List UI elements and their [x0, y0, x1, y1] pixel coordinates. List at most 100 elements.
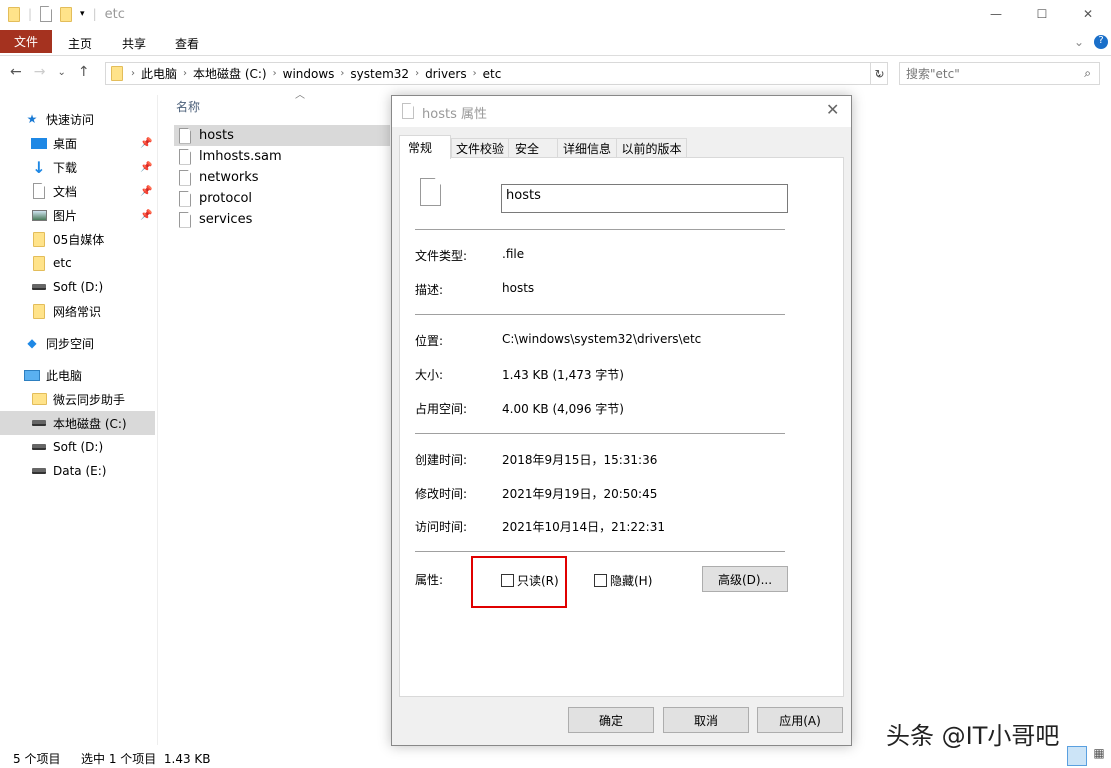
minimize-button[interactable]: — [973, 0, 1019, 28]
created-value: 2018年9月15日，15:31:36 [502, 453, 658, 467]
divider [415, 433, 785, 434]
watermark: 头条 @IT小哥吧 [886, 722, 1060, 750]
pin-icon[interactable]: 📌 [140, 138, 152, 149]
nav-05media[interactable]: 05自媒体 [0, 227, 155, 251]
pin-icon[interactable]: 📌 [140, 186, 152, 197]
description-label: 描述: [415, 283, 444, 297]
tab-view[interactable]: 查看 [175, 35, 199, 52]
disk-size-label: 占用空间: [415, 402, 468, 416]
nav-c-drive[interactable]: 本地磁盘 (C:) [0, 411, 155, 435]
nav-desktop[interactable]: 桌面 📌 [0, 131, 155, 155]
tab-file[interactable]: 文件 [0, 30, 52, 53]
search-icon: ⌕ [1084, 66, 1091, 80]
drive-icon [31, 468, 47, 474]
customize-dropdown-icon[interactable]: ▾ [80, 9, 85, 19]
file-name-input[interactable]: hosts [501, 184, 788, 213]
dialog-close-button[interactable]: ✕ [826, 100, 839, 119]
breadcrumb-system32[interactable]: system32 [350, 67, 409, 81]
advanced-button[interactable]: 高级(D)... [702, 566, 788, 592]
folder-icon [111, 66, 123, 81]
expand-ribbon-icon[interactable]: ⌄ [1074, 35, 1084, 49]
drive-icon [31, 444, 47, 450]
apply-button[interactable]: 应用(A) [757, 707, 843, 733]
back-icon[interactable]: ← [10, 64, 22, 80]
nav-network-notes[interactable]: 网络常识 [0, 299, 155, 323]
tab-general[interactable]: 常规 [399, 135, 451, 159]
pin-icon[interactable]: 📌 [140, 162, 152, 173]
file-item[interactable]: services [174, 209, 390, 230]
pin-icon[interactable]: 📌 [140, 210, 152, 221]
nav-downloads[interactable]: ↓ 下载 📌 [0, 155, 155, 179]
size-value: 1.43 KB (1,473 字节) [502, 368, 624, 382]
recent-dropdown-icon[interactable]: ⌄ [57, 67, 65, 80]
checkbox-box[interactable] [594, 574, 607, 587]
nav-pictures[interactable]: 图片 📌 [0, 203, 155, 227]
nav-etc[interactable]: etc [0, 251, 155, 275]
folder-icon [8, 6, 20, 22]
address-bar[interactable]: › 此电脑 › 本地磁盘 (C:) › windows › system32 › dri… [105, 62, 888, 85]
new-folder-icon[interactable] [60, 6, 73, 22]
hidden-checkbox[interactable]: 隐藏(H) [594, 572, 652, 589]
nav-weiyun[interactable]: 微云同步助手 [0, 387, 155, 411]
dialog-title: hosts 属性 [422, 107, 487, 122]
file-icon [179, 169, 191, 186]
sort-arrow-icon: ︿ [295, 90, 305, 101]
nav-documents[interactable]: 文档 📌 [0, 179, 155, 203]
nav-sync-space[interactable]: ◆ 同步空间 [0, 331, 155, 355]
dialog-tab-panel [399, 157, 844, 697]
tab-checksum[interactable]: 文件校验 [451, 138, 509, 158]
desktop-icon [31, 137, 47, 149]
breadcrumb-c-drive[interactable]: 本地磁盘 (C:) [193, 65, 267, 82]
modified-label: 修改时间: [415, 487, 468, 501]
tab-share[interactable]: 共享 [122, 35, 146, 52]
status-item-count: 5 个项目 [13, 752, 61, 766]
pictures-icon [31, 209, 47, 221]
nav-quick-access[interactable]: ★ 快速访问 [0, 107, 155, 131]
accessed-label: 访问时间: [415, 520, 468, 534]
sync-space-icon: ◆ [27, 336, 37, 350]
status-selection: 选中 1 个项目 1.43 KB [81, 752, 211, 766]
breadcrumb-this-pc[interactable]: 此电脑 [141, 65, 177, 82]
details-view-icon[interactable] [1067, 746, 1087, 766]
refresh-icon[interactable]: ↻ [870, 63, 888, 85]
close-button[interactable]: ✕ [1065, 0, 1111, 28]
tab-security[interactable]: 安全 [508, 138, 558, 158]
description-value: hosts [502, 281, 535, 295]
breadcrumb-etc[interactable]: etc [483, 67, 502, 81]
ok-button[interactable]: 确定 [568, 707, 654, 733]
tab-details[interactable]: 详细信息 [557, 138, 617, 158]
file-item[interactable]: networks [174, 167, 390, 188]
computer-icon [24, 369, 40, 381]
breadcrumb-drivers[interactable]: drivers [425, 67, 467, 81]
breadcrumb-windows[interactable]: windows [283, 67, 335, 81]
nav-soft-d[interactable]: Soft (D:) [0, 275, 155, 299]
tab-home[interactable]: 主页 [68, 35, 92, 52]
window-title: etc [104, 6, 125, 22]
column-header-name[interactable]: 名称 [176, 98, 200, 115]
type-value: .file [502, 247, 525, 261]
cancel-button[interactable]: 取消 [663, 707, 749, 733]
divider [415, 229, 785, 230]
file-icon [402, 103, 414, 119]
large-icons-view-icon[interactable]: ▦ [1090, 746, 1108, 766]
file-icon [179, 148, 191, 165]
forward-icon[interactable]: → [34, 64, 46, 80]
search-box[interactable]: 搜索"etc" ⌕ [899, 62, 1100, 85]
help-icon[interactable]: ? [1094, 35, 1108, 49]
nav-soft-d-pc[interactable]: Soft (D:) [0, 435, 155, 459]
nav-this-pc[interactable]: 此电脑 [0, 363, 155, 387]
file-item[interactable]: lmhosts.sam [174, 146, 390, 167]
maximize-button[interactable]: ☐ [1019, 0, 1065, 28]
properties-icon[interactable] [40, 6, 53, 22]
folder-icon [31, 255, 47, 271]
up-icon[interactable]: ↑ [78, 64, 90, 80]
tab-previous-versions[interactable]: 以前的版本 [616, 138, 687, 158]
file-item[interactable]: protocol [174, 188, 390, 209]
file-icon [179, 211, 191, 228]
highlight-box [471, 556, 567, 608]
file-item[interactable]: hosts [174, 125, 390, 146]
modified-value: 2021年9月19日，20:50:45 [502, 487, 658, 501]
star-icon: ★ [26, 112, 38, 126]
windows-drive-icon [31, 420, 47, 426]
nav-data-e[interactable]: Data (E:) [0, 459, 155, 483]
